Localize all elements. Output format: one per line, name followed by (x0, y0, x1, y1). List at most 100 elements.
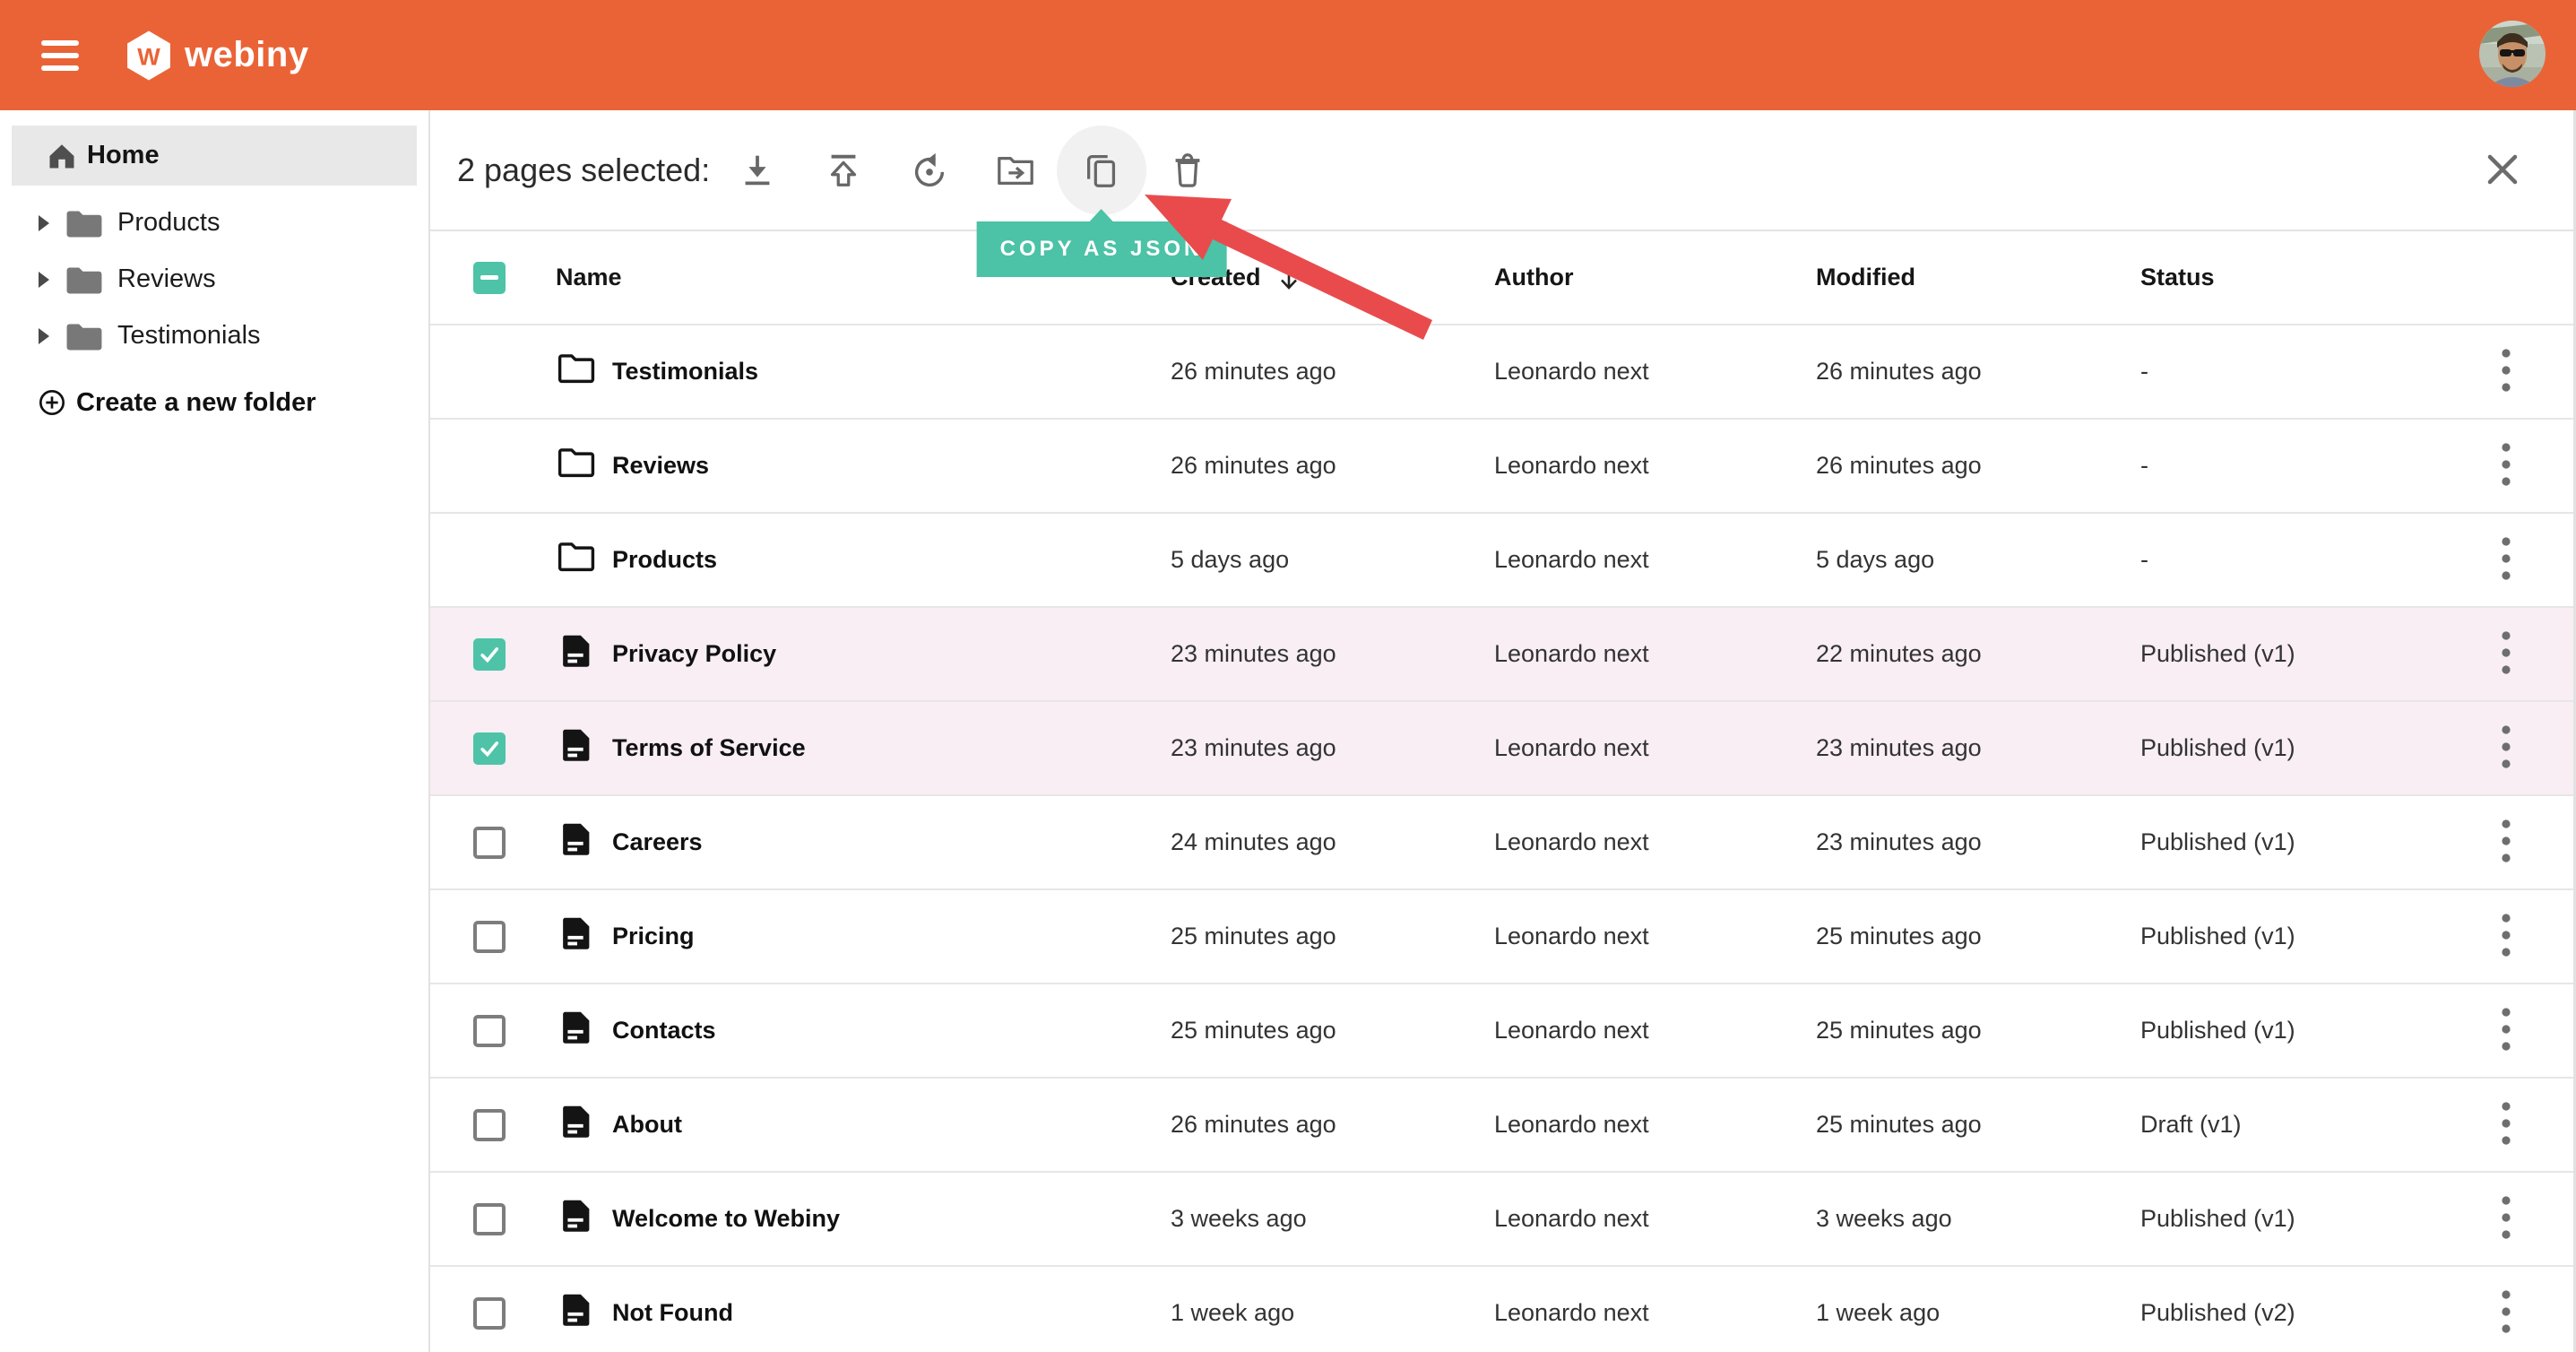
row-author: Leonardo next (1494, 828, 1816, 856)
table-row[interactable]: Not Found 1 week ago Leonardo next 1 wee… (430, 1267, 2576, 1352)
row-name[interactable]: Privacy Policy (612, 640, 1171, 668)
move-to-folder-button[interactable] (972, 127, 1059, 213)
row-actions-menu-button[interactable] (2479, 623, 2533, 686)
row-actions-menu-button[interactable] (2479, 1094, 2533, 1157)
close-selection-button[interactable] (2476, 143, 2529, 197)
kebab-icon (2500, 535, 2512, 582)
table-row[interactable]: Testimonials 26 minutes ago Leonardo nex… (430, 325, 2576, 420)
row-name[interactable]: Contacts (612, 1017, 1171, 1044)
row-status: - (2140, 358, 2436, 386)
row-actions-menu-button[interactable] (2479, 341, 2533, 403)
row-actions-menu-button[interactable] (2479, 811, 2533, 874)
kebab-icon (2500, 1100, 2512, 1147)
selected-count-label: 2 pages selected: (457, 152, 710, 189)
row-name[interactable]: Products (612, 546, 1171, 574)
chevron-right-icon[interactable] (39, 328, 49, 344)
row-actions-menu-button[interactable] (2479, 717, 2533, 780)
row-actions-menu-button[interactable] (2479, 1000, 2533, 1062)
table-row[interactable]: Privacy Policy 23 minutes ago Leonardo n… (430, 608, 2576, 702)
kebab-icon (2500, 347, 2512, 394)
sidebar-folder-item[interactable]: Reviews (0, 251, 428, 308)
table-row[interactable]: Products 5 days ago Leonardo next 5 days… (430, 514, 2576, 608)
row-created: 24 minutes ago (1171, 828, 1494, 856)
sidebar-folder-label: Products (117, 208, 220, 238)
row-modified: 1 week ago (1816, 1299, 2140, 1327)
row-checkbox[interactable] (473, 1297, 506, 1330)
row-status: Published (v2) (2140, 1299, 2436, 1327)
row-checkbox[interactable] (473, 1109, 506, 1141)
sidebar-home-label: Home (87, 141, 160, 170)
chevron-right-icon[interactable] (39, 215, 49, 231)
column-header-author[interactable]: Author (1494, 264, 1816, 291)
kebab-icon (2500, 724, 2512, 770)
select-all-checkbox[interactable] (473, 262, 506, 294)
svg-text:W: W (137, 43, 160, 70)
folder-sidebar: Home Products Reviews Testimonials Creat… (0, 110, 430, 1352)
indeterminate-mark (480, 275, 498, 280)
row-created: 5 days ago (1171, 546, 1494, 574)
row-name[interactable]: Welcome to Webiny (612, 1205, 1171, 1233)
table-row[interactable]: Careers 24 minutes ago Leonardo next 23 … (430, 796, 2576, 890)
delete-button[interactable] (1145, 127, 1231, 213)
row-actions-menu-button[interactable] (2479, 1282, 2533, 1345)
folder-outline-icon (556, 536, 597, 577)
copy-icon (1081, 150, 1122, 191)
row-name[interactable]: Testimonials (612, 358, 1171, 386)
table-row[interactable]: About 26 minutes ago Leonardo next 25 mi… (430, 1079, 2576, 1173)
row-created: 26 minutes ago (1171, 452, 1494, 480)
row-author: Leonardo next (1494, 1299, 1816, 1327)
kebab-icon (2500, 629, 2512, 676)
row-name[interactable]: Terms of Service (612, 734, 1171, 762)
table-row[interactable]: Welcome to Webiny 3 weeks ago Leonardo n… (430, 1173, 2576, 1267)
row-checkbox[interactable] (473, 1203, 506, 1235)
row-author: Leonardo next (1494, 1017, 1816, 1044)
row-created: 25 minutes ago (1171, 923, 1494, 950)
user-avatar[interactable] (2479, 21, 2546, 87)
download-icon (737, 150, 778, 191)
row-checkbox[interactable] (473, 1015, 506, 1047)
sidebar-folder-item[interactable]: Testimonials (0, 308, 428, 364)
table-row[interactable]: Pricing 25 minutes ago Leonardo next 25 … (430, 890, 2576, 984)
kebab-icon (2500, 818, 2512, 864)
row-name[interactable]: Reviews (612, 452, 1171, 480)
download-button[interactable] (714, 127, 800, 213)
row-actions-menu-button[interactable] (2479, 1188, 2533, 1251)
row-checkbox[interactable] (473, 732, 506, 765)
row-checkbox[interactable] (473, 827, 506, 859)
row-status: Published (v1) (2140, 1205, 2436, 1233)
row-created: 26 minutes ago (1171, 1111, 1494, 1139)
page-icon (556, 724, 597, 766)
row-name[interactable]: Careers (612, 828, 1171, 856)
table-row[interactable]: Contacts 25 minutes ago Leonardo next 25… (430, 984, 2576, 1079)
publish-button[interactable] (800, 127, 886, 213)
copy-as-json-button[interactable] (1059, 127, 1145, 213)
create-folder-button[interactable]: Create a new folder (0, 375, 428, 430)
sidebar-folder-label: Reviews (117, 264, 216, 294)
row-checkbox[interactable] (473, 921, 506, 953)
page-icon (556, 630, 597, 672)
row-actions-menu-button[interactable] (2479, 435, 2533, 498)
row-actions-menu-button[interactable] (2479, 529, 2533, 592)
chevron-right-icon[interactable] (39, 272, 49, 288)
row-checkbox[interactable] (473, 638, 506, 671)
table-row[interactable]: Terms of Service 23 minutes ago Leonardo… (430, 702, 2576, 796)
multiselect-toolbar: 2 pages selected: (430, 110, 2576, 231)
sidebar-item-home[interactable]: Home (12, 126, 417, 186)
restore-revision-button[interactable] (886, 127, 972, 213)
row-name[interactable]: About (612, 1111, 1171, 1139)
table-row[interactable]: Reviews 26 minutes ago Leonardo next 26 … (430, 420, 2576, 514)
row-modified: 5 days ago (1816, 546, 2140, 574)
row-created: 26 minutes ago (1171, 358, 1494, 386)
folder-outline-icon (556, 348, 597, 389)
sidebar-folder-item[interactable]: Products (0, 195, 428, 251)
row-modified: 23 minutes ago (1816, 828, 2140, 856)
table-body: Testimonials 26 minutes ago Leonardo nex… (430, 325, 2576, 1352)
column-header-modified[interactable]: Modified (1816, 264, 2140, 291)
row-name[interactable]: Not Found (612, 1299, 1171, 1327)
row-modified: 26 minutes ago (1816, 358, 2140, 386)
menu-icon[interactable] (41, 33, 79, 78)
page-icon (556, 913, 597, 954)
row-name[interactable]: Pricing (612, 923, 1171, 950)
row-actions-menu-button[interactable] (2479, 906, 2533, 968)
column-header-status[interactable]: Status (2140, 264, 2436, 291)
